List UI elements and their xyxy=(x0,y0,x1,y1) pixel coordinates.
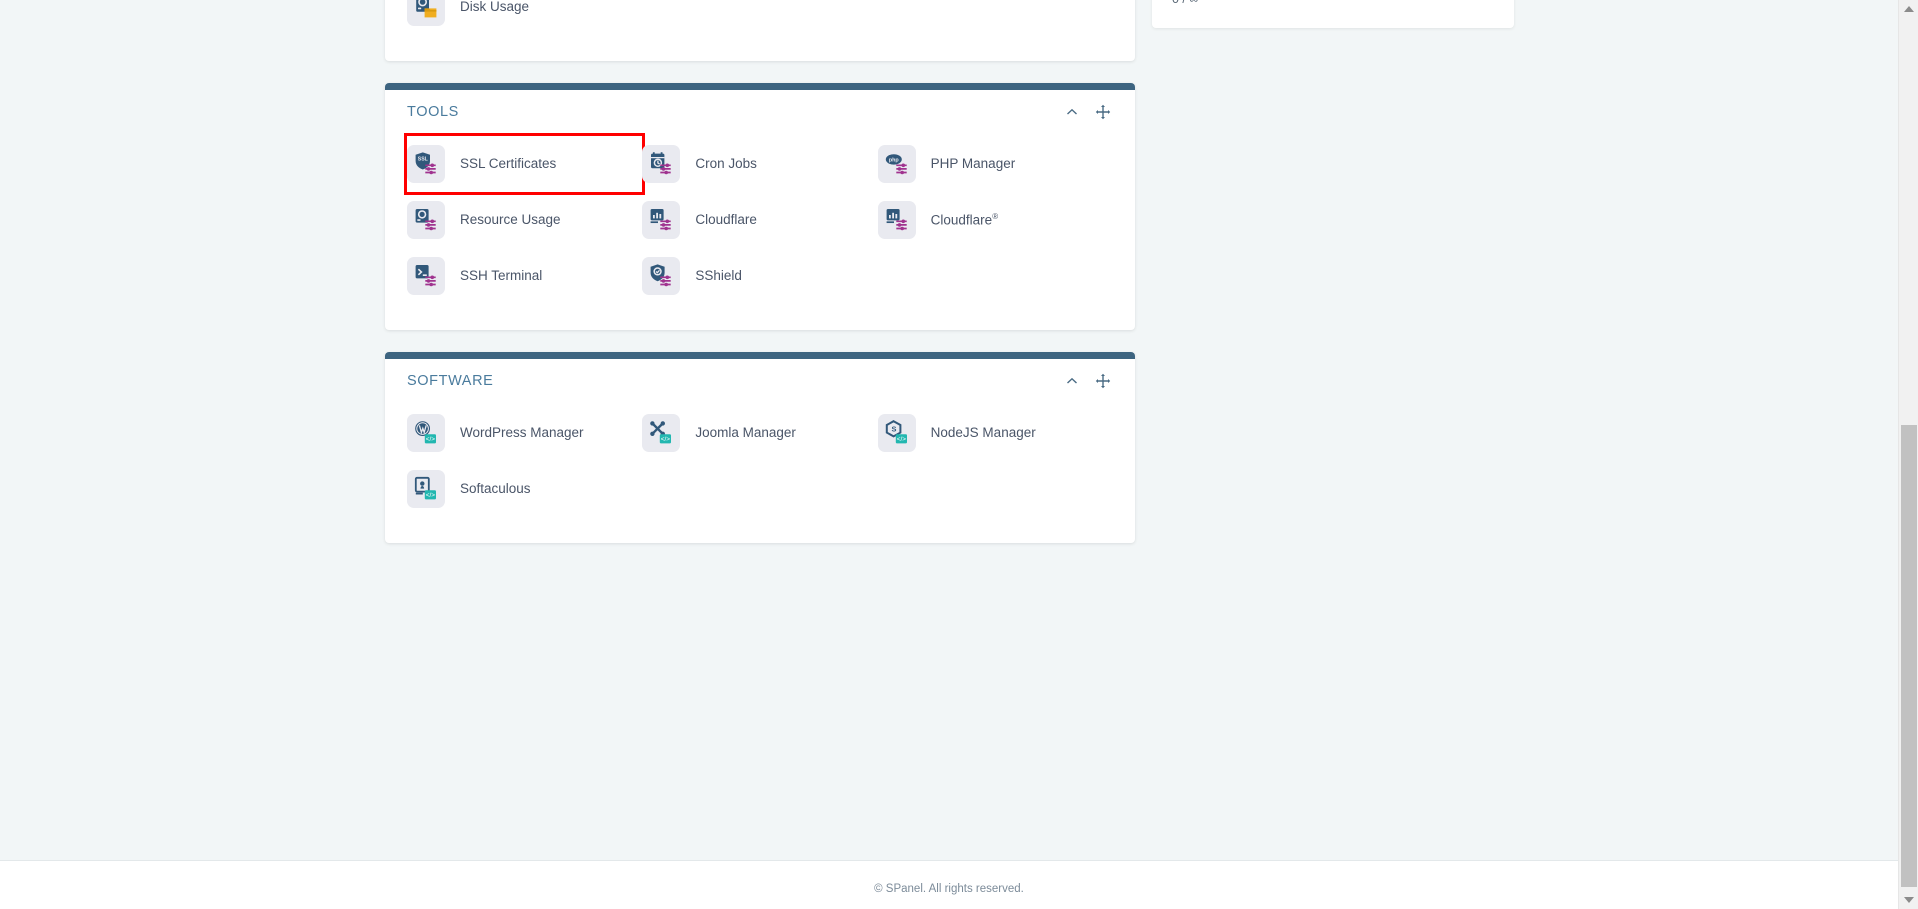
svg-text:</>: </> xyxy=(896,436,906,443)
section-header-tools: TOOLS xyxy=(385,90,1135,126)
section-card-files: FILES xyxy=(385,0,1135,61)
section-actions-software xyxy=(1064,373,1111,389)
php-manager-icon: php xyxy=(878,145,916,183)
move-icon[interactable] xyxy=(1095,104,1111,120)
tile-label: Softaculous xyxy=(460,481,531,497)
svg-text:SSL: SSL xyxy=(418,157,429,163)
card-top-bar xyxy=(385,83,1135,90)
web-statistics-icon xyxy=(642,201,680,239)
main-column: DOMAINS xyxy=(385,0,1135,565)
tile-label: SShield xyxy=(695,268,742,284)
tile-ssh-terminal[interactable]: SSH Terminal xyxy=(407,248,642,304)
tile-label: SSL Certificates xyxy=(460,156,556,172)
spanel-dashboard-page: DOMAINS xyxy=(0,0,1918,909)
svg-text:S: S xyxy=(891,425,896,434)
cloudflare-icon xyxy=(878,201,916,239)
chevron-up-icon[interactable] xyxy=(1064,104,1080,120)
section-items-files: FTP Accounts xyxy=(385,0,1135,61)
tile-cloudflare[interactable]: Cloudflare® xyxy=(878,192,1113,248)
tile-ssl-certificates[interactable]: SSL SSL Certificates xyxy=(407,136,642,192)
tile-label: Cron Jobs xyxy=(695,156,757,172)
tile-label: SSH Terminal xyxy=(460,268,542,284)
svg-text:</>: </> xyxy=(661,436,671,443)
ftp-accounts-widget-value: 0 / ∞ xyxy=(1172,0,1494,6)
tile-web-statistics[interactable]: Cloudflare xyxy=(642,192,877,248)
joomla-icon: </> xyxy=(642,414,680,452)
scroll-viewport: DOMAINS xyxy=(0,0,1898,909)
tile-nodejs-manager[interactable]: S </> NodeJS Manager xyxy=(878,405,1113,461)
section-items-software: </> WordPress Manager xyxy=(385,395,1135,543)
tile-label: Resource Usage xyxy=(460,212,561,228)
ssl-certificates-icon: SSL xyxy=(407,145,445,183)
vertical-scrollbar[interactable] xyxy=(1898,0,1918,909)
tile-label: PHP Manager xyxy=(931,156,1016,172)
softaculous-icon: </> xyxy=(407,470,445,508)
section-title-tools: TOOLS xyxy=(407,104,459,120)
section-actions-tools xyxy=(1064,104,1111,120)
resource-usage-icon xyxy=(407,201,445,239)
tile-wordpress-manager[interactable]: </> WordPress Manager xyxy=(407,405,642,461)
section-card-software: SOFTWARE xyxy=(385,352,1135,543)
move-icon[interactable] xyxy=(1095,373,1111,389)
tile-resource-usage[interactable]: Resource Usage xyxy=(407,192,642,248)
svg-text:</>: </> xyxy=(426,492,436,499)
sidebar-column: FTP accounts 0 / ∞ xyxy=(1152,0,1514,28)
card-top-bar xyxy=(385,352,1135,359)
tile-softaculous[interactable]: </> Softaculous xyxy=(407,461,642,517)
ftp-accounts-widget: FTP accounts 0 / ∞ xyxy=(1152,0,1514,28)
nodejs-icon: S </> xyxy=(878,414,916,452)
footer-copyright: © SPanel. All rights reserved. xyxy=(874,883,1024,895)
svg-text:php: php xyxy=(889,157,900,163)
section-items-tools: SSL SSL Certificates xyxy=(385,126,1135,330)
tile-label: Cloudflare xyxy=(695,212,757,228)
svg-text:</>: </> xyxy=(426,436,436,443)
tile-label: Cloudflare® xyxy=(931,212,998,229)
tile-label: WordPress Manager xyxy=(460,425,584,441)
section-title-software: SOFTWARE xyxy=(407,373,493,389)
sshield-icon xyxy=(642,257,680,295)
wordpress-icon: </> xyxy=(407,414,445,452)
section-header-software: SOFTWARE xyxy=(385,359,1135,395)
tile-cron-jobs[interactable]: Cron Jobs xyxy=(642,136,877,192)
content-area: DOMAINS xyxy=(0,0,1898,860)
scrollbar-thumb[interactable] xyxy=(1901,425,1917,887)
disk-usage-icon xyxy=(407,0,445,26)
tile-label: Disk Usage xyxy=(460,0,529,15)
tile-disk-usage[interactable]: Disk Usage xyxy=(407,0,642,35)
tile-php-manager[interactable]: php PHP Manager xyxy=(878,136,1113,192)
tile-sshield[interactable]: SShield xyxy=(642,248,877,304)
tile-label: Joomla Manager xyxy=(695,425,796,441)
tile-label: NodeJS Manager xyxy=(931,425,1036,441)
cron-jobs-icon xyxy=(642,145,680,183)
tile-joomla-manager[interactable]: </> Joomla Manager xyxy=(642,405,877,461)
ssh-terminal-icon xyxy=(407,257,445,295)
registered-mark: ® xyxy=(992,212,998,221)
scroll-up-arrow-icon[interactable] xyxy=(1899,0,1918,18)
chevron-up-icon[interactable] xyxy=(1064,373,1080,389)
scroll-down-arrow-icon[interactable] xyxy=(1899,891,1918,909)
section-card-tools: TOOLS xyxy=(385,83,1135,330)
page-footer: © SPanel. All rights reserved. xyxy=(0,860,1898,909)
